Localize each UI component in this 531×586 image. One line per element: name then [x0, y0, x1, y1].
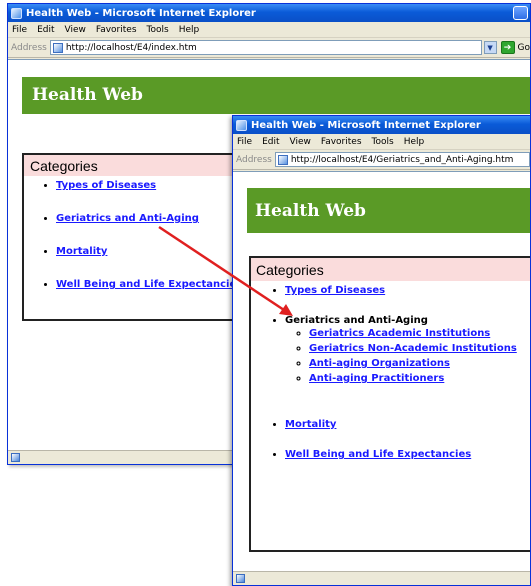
list-item: Mortality [285, 419, 530, 449]
list-item: Geriatrics Non-Academic Institutions [309, 343, 530, 358]
address-bar: Address http://localhost/E4/Geriatrics_a… [233, 150, 530, 170]
menu-file[interactable]: File [12, 25, 27, 35]
ie-app-icon [11, 7, 22, 19]
menu-help[interactable]: Help [179, 25, 200, 35]
link-mortality[interactable]: Mortality [285, 419, 336, 430]
list-item: Types of Diseases [285, 285, 530, 315]
ie-status-icon [11, 453, 20, 462]
menu-view[interactable]: View [290, 137, 311, 147]
ie-page-icon [52, 42, 63, 53]
window-control-icon[interactable] [513, 6, 528, 20]
current-category: Geriatrics and Anti-Aging [285, 315, 428, 326]
status-bar [233, 571, 530, 585]
dropdown-arrow-icon[interactable]: ▼ [483, 41, 497, 54]
link-types-of-diseases[interactable]: Types of Diseases [56, 180, 156, 191]
link-geriatrics-anti-aging[interactable]: Geriatrics and Anti-Aging [56, 213, 199, 224]
categories-box: Categories Types of Diseases Geriatrics … [249, 256, 530, 552]
menu-edit[interactable]: Edit [262, 137, 279, 147]
menu-tools[interactable]: Tools [372, 137, 394, 147]
menu-favorites[interactable]: Favorites [321, 137, 362, 147]
page-content: Health Web Categories Types of Diseases … [233, 171, 530, 571]
site-banner: Health Web [22, 77, 530, 114]
site-banner: Health Web [247, 188, 530, 233]
list-item: Well Being and Life Expectancies [285, 449, 530, 479]
address-url: http://localhost/E4/Geriatrics_and_Anti-… [290, 154, 514, 165]
address-url: http://localhost/E4/index.htm [65, 42, 197, 53]
window-title: Health Web - Microsoft Internet Explorer [251, 119, 481, 131]
menu-tools[interactable]: Tools [147, 25, 169, 35]
address-input[interactable]: http://localhost/E4/Geriatrics_and_Anti-… [274, 152, 530, 167]
address-bar: Address http://localhost/E4/index.htm ▼ … [8, 38, 530, 58]
title-bar[interactable]: Health Web - Microsoft Internet Explorer [233, 116, 530, 134]
address-label: Address [11, 42, 47, 53]
menu-favorites[interactable]: Favorites [96, 25, 137, 35]
menu-view[interactable]: View [65, 25, 86, 35]
link-geriatrics-academic[interactable]: Geriatrics Academic Institutions [309, 328, 490, 339]
subcategory-list: Geriatrics Academic Institutions Geriatr… [285, 328, 530, 388]
address-label: Address [236, 154, 272, 165]
link-anti-aging-organizations[interactable]: Anti-aging Organizations [309, 358, 450, 369]
category-list: Types of Diseases Geriatrics and Anti-Ag… [251, 281, 530, 479]
menu-bar: File Edit View Favorites Tools Help [233, 134, 530, 150]
link-mortality[interactable]: Mortality [56, 246, 107, 257]
list-item-expanded: Geriatrics and Anti-Aging Geriatrics Aca… [285, 315, 530, 419]
list-item: Geriatrics Academic Institutions [309, 328, 530, 343]
ie-status-icon [236, 574, 245, 583]
menu-bar: File Edit View Favorites Tools Help [8, 22, 530, 38]
menu-help[interactable]: Help [404, 137, 425, 147]
categories-heading: Categories [251, 258, 530, 281]
browser-window-geriatrics[interactable]: Health Web - Microsoft Internet Explorer… [232, 115, 531, 586]
window-title: Health Web - Microsoft Internet Explorer [26, 7, 256, 19]
menu-edit[interactable]: Edit [37, 25, 54, 35]
address-input[interactable]: http://localhost/E4/index.htm [49, 40, 482, 55]
title-bar[interactable]: Health Web - Microsoft Internet Explorer [8, 4, 530, 22]
link-geriatrics-non-academic[interactable]: Geriatrics Non-Academic Institutions [309, 343, 517, 354]
list-item: Anti-aging Practitioners [309, 373, 530, 388]
go-arrow-icon: ➔ [500, 41, 515, 54]
menu-file[interactable]: File [237, 137, 252, 147]
list-item: Anti-aging Organizations [309, 358, 530, 373]
go-button[interactable]: ➔ Go [500, 41, 530, 54]
link-anti-aging-practitioners[interactable]: Anti-aging Practitioners [309, 373, 444, 384]
ie-page-icon [277, 154, 288, 165]
ie-app-icon [236, 119, 247, 131]
link-well-being[interactable]: Well Being and Life Expectancies [285, 449, 471, 460]
link-well-being[interactable]: Well Being and Life Expectancies [56, 279, 242, 290]
go-label: Go [517, 42, 530, 53]
link-types-of-diseases[interactable]: Types of Diseases [285, 285, 385, 296]
